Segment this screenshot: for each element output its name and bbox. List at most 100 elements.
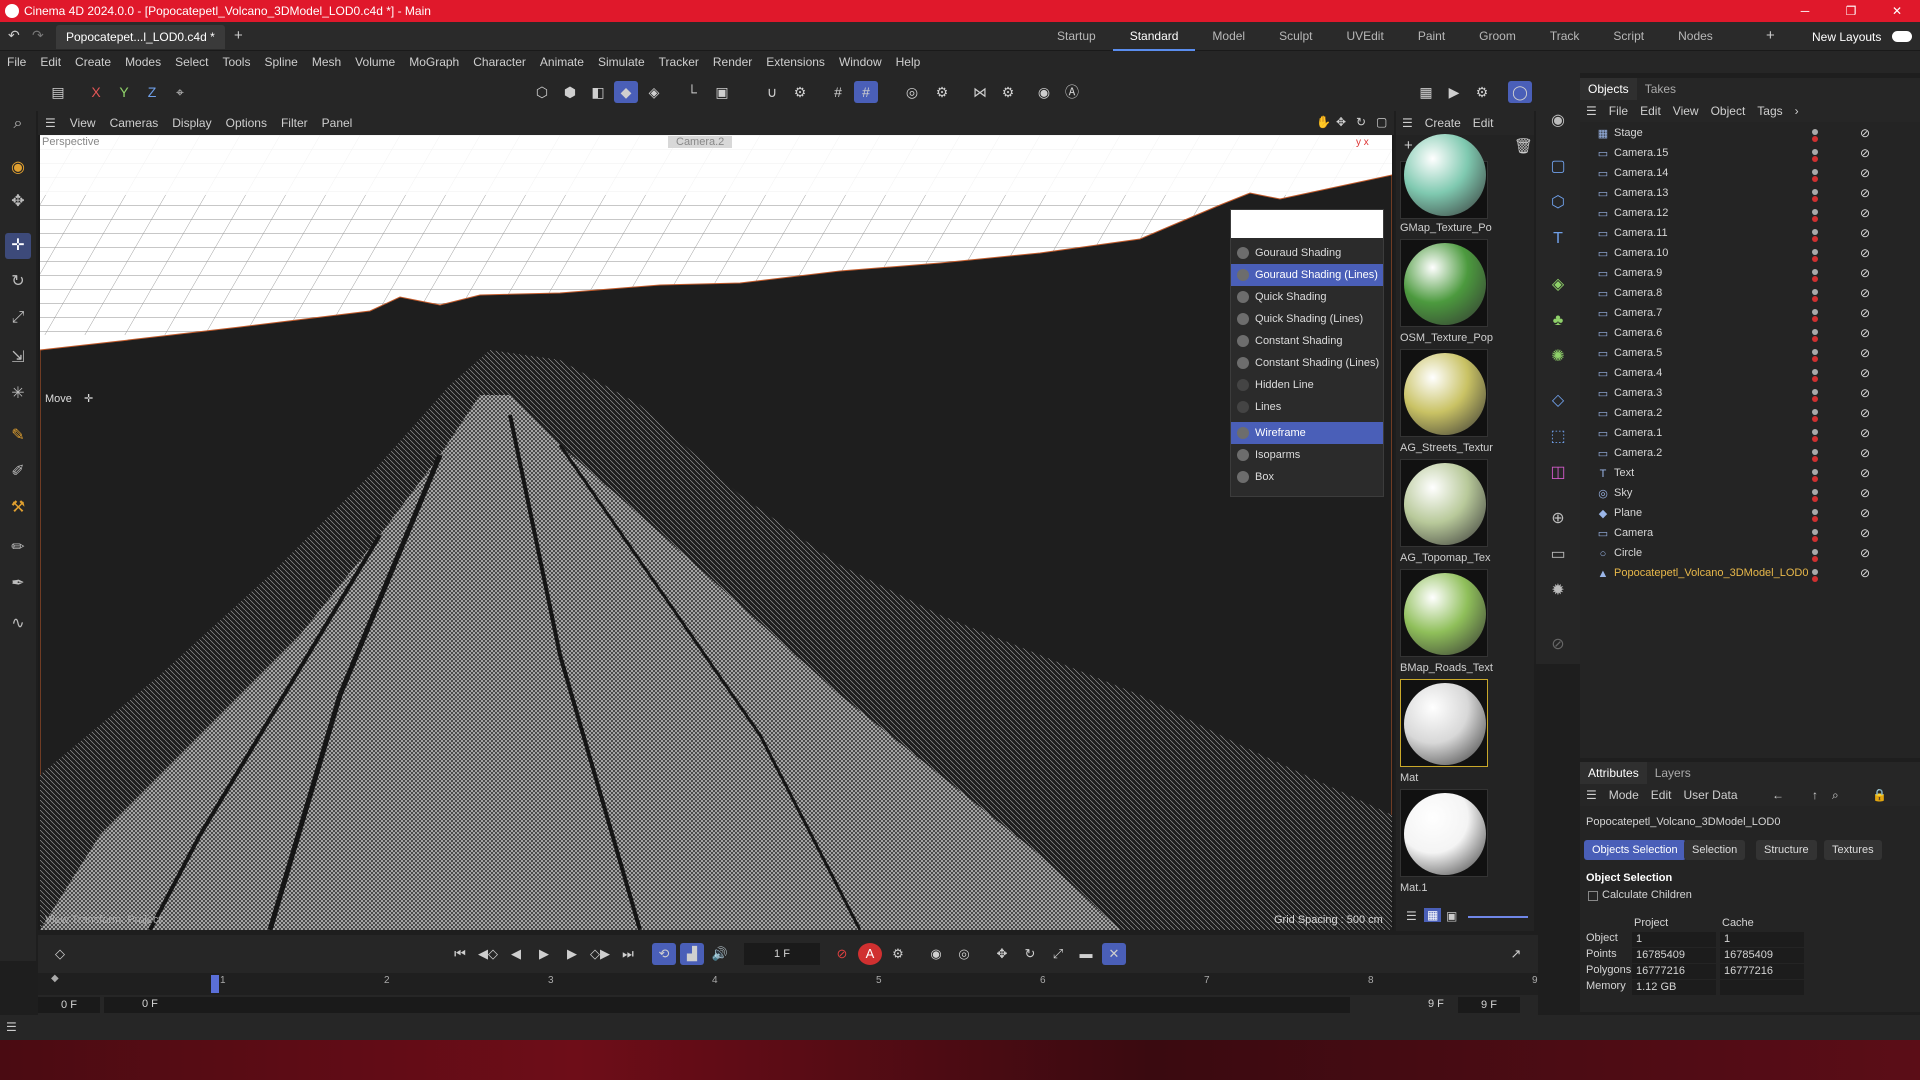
render-queue-icon[interactable]: ⚙ — [1470, 81, 1494, 103]
shading-constant-lines[interactable]: Constant Shading (Lines) — [1231, 352, 1383, 374]
object-row[interactable]: ▭ Camera.3 ⊘ — [1580, 384, 1920, 404]
material-menu-edit[interactable]: Edit — [1467, 116, 1500, 130]
object-name[interactable]: Camera.3 — [1614, 387, 1662, 399]
object-row[interactable]: ▭ Camera.9 ⊘ — [1580, 264, 1920, 284]
material-thumb[interactable] — [1400, 239, 1488, 327]
menu-character[interactable]: Character — [466, 55, 533, 69]
workplane-icon[interactable]: # — [854, 81, 878, 103]
move-view-icon[interactable]: ✥ — [1336, 115, 1346, 129]
playhead[interactable] — [211, 975, 219, 993]
object-name[interactable]: Stage — [1614, 127, 1643, 139]
attribute-menu-userdata[interactable]: User Data — [1677, 788, 1743, 802]
layout-track[interactable]: Track — [1533, 22, 1597, 51]
object-name[interactable]: Camera.7 — [1614, 307, 1662, 319]
object-name[interactable]: Camera.15 — [1614, 147, 1668, 159]
visibility-flags-icon[interactable] — [1812, 247, 1832, 262]
shading-menu-search[interactable] — [1231, 210, 1383, 238]
interactive-render-icon[interactable]: ◯ — [1508, 81, 1532, 103]
keyframe-selection-icon[interactable]: ◉ — [924, 943, 948, 965]
edges-mode-icon[interactable]: ⬢ — [558, 81, 582, 103]
visibility-flags-icon[interactable] — [1812, 267, 1832, 282]
object-tags[interactable]: ⊘ — [1860, 246, 1920, 262]
play-icon[interactable]: ▶ — [532, 943, 556, 965]
object-row[interactable]: ▭ Camera.1 ⊘ — [1580, 424, 1920, 444]
object-tags[interactable]: ⊘ — [1860, 126, 1920, 142]
object-name[interactable]: Camera.10 — [1614, 247, 1668, 259]
object-row[interactable]: ▭ Camera.6 ⊘ — [1580, 324, 1920, 344]
object-name[interactable]: Camera.5 — [1614, 347, 1662, 359]
object-menu-icon[interactable]: ☰ — [1580, 104, 1603, 118]
layout-groom[interactable]: Groom — [1462, 22, 1533, 51]
object-row[interactable]: ▲ Popocatepetl_Volcano_3DModel_LOD0 ⊘ — [1580, 564, 1920, 584]
render-view-icon[interactable]: ▦ — [1414, 81, 1438, 103]
new-layouts-toggle[interactable] — [1892, 31, 1912, 42]
text-object-icon[interactable]: T — [1545, 226, 1571, 252]
object-row[interactable]: ▭ Camera.13 ⊘ — [1580, 184, 1920, 204]
field-icon[interactable]: ⬚ — [1545, 424, 1571, 450]
object-tags[interactable]: ⊘ — [1860, 166, 1920, 182]
live-select-icon[interactable]: ✥ — [5, 189, 31, 215]
visibility-flags-icon[interactable] — [1812, 167, 1832, 182]
object-name[interactable]: Text — [1614, 467, 1634, 479]
menu-create[interactable]: Create — [68, 55, 118, 69]
range-slider[interactable] — [104, 997, 1350, 1013]
object-name[interactable]: Circle — [1614, 547, 1642, 559]
timeline-ruler[interactable]: ◆ 1 2 3 4 5 6 7 8 9 — [38, 973, 1538, 995]
visibility-flags-icon[interactable] — [1812, 387, 1832, 402]
material-thumb[interactable] — [1400, 569, 1488, 657]
status-menu-icon[interactable]: ☰ — [6, 1020, 17, 1034]
chevron-right-icon[interactable]: › — [1789, 104, 1805, 118]
object-tags[interactable]: ⊘ — [1860, 206, 1920, 222]
shading-gouraud-lines[interactable]: Gouraud Shading (Lines) — [1231, 264, 1383, 286]
display-box[interactable]: Box — [1231, 466, 1383, 488]
record-settings-icon[interactable]: ◎ — [952, 943, 976, 965]
fcurve-icon[interactable]: ↗ — [1504, 943, 1528, 965]
menu-volume[interactable]: Volume — [348, 55, 402, 69]
attribute-menu-mode[interactable]: Mode — [1603, 788, 1645, 802]
object-menu-view[interactable]: View — [1667, 104, 1705, 118]
range-end-field[interactable]: 9 F — [1458, 997, 1520, 1013]
camera-object-icon[interactable]: ▭ — [1545, 542, 1571, 568]
layout-nodes[interactable]: Nodes — [1661, 22, 1730, 51]
material-menu-create[interactable]: Create — [1419, 116, 1467, 130]
viewport[interactable]: ☰ View Cameras Display Options Filter Pa… — [38, 111, 1394, 930]
lock-icon[interactable]: 🔒 — [1866, 788, 1893, 802]
param-key-icon[interactable]: ▬ — [1074, 943, 1098, 965]
magnet-icon[interactable]: ∪ — [760, 81, 784, 103]
object-tags[interactable]: ⊘ — [1860, 326, 1920, 342]
document-tab[interactable]: Popocatepet...l_LOD0.c4d * — [56, 25, 225, 49]
calc-children-checkbox[interactable] — [1588, 891, 1598, 901]
visibility-icon[interactable]: ◉ — [1032, 81, 1056, 103]
light-object-icon[interactable]: ✹ — [1545, 578, 1571, 604]
menu-file[interactable]: File — [0, 55, 33, 69]
attribute-menu-edit[interactable]: Edit — [1645, 788, 1678, 802]
go-to-end-icon[interactable]: ⏭ — [616, 943, 640, 965]
brush-icon[interactable]: ✏ — [5, 535, 31, 561]
object-row[interactable]: ▭ Camera.12 ⊘ — [1580, 204, 1920, 224]
visibility-flags-icon[interactable] — [1812, 127, 1832, 142]
object-row[interactable]: ▭ Camera.2 ⊘ — [1580, 404, 1920, 424]
object-name[interactable]: Camera.1 — [1614, 427, 1662, 439]
sculpt-tool-icon[interactable]: ✳ — [5, 381, 31, 407]
object-tags[interactable]: ⊘ — [1860, 286, 1920, 302]
subtab-selection[interactable]: Selection — [1684, 840, 1746, 860]
visibility-flags-icon[interactable] — [1812, 487, 1832, 502]
menu-tools[interactable]: Tools — [215, 55, 257, 69]
render-settings-icon[interactable]: ⚙ — [930, 81, 954, 103]
next-key-icon[interactable]: ◇▶ — [588, 943, 612, 965]
object-name[interactable]: Camera — [1614, 527, 1653, 539]
object-name[interactable]: Camera.12 — [1614, 207, 1668, 219]
knife-tool-icon[interactable]: ∿ — [5, 611, 31, 637]
polygons-mode-icon[interactable]: ◧ — [586, 81, 610, 103]
search-icon[interactable]: ⌕ — [5, 111, 31, 137]
object-name[interactable]: Camera.14 — [1614, 167, 1668, 179]
go-to-start-icon[interactable]: ⏮ — [448, 943, 472, 965]
material-menu-icon[interactable]: ☰ — [1396, 116, 1419, 130]
object-name[interactable]: Popocatepetl_Volcano_3DModel_LOD0 — [1614, 567, 1808, 579]
viewport-menu-panel[interactable]: Panel — [315, 116, 360, 130]
subtab-textures[interactable]: Textures — [1824, 840, 1882, 860]
back-arrow-icon[interactable]: ← — [1766, 788, 1790, 802]
shading-quick-lines[interactable]: Quick Shading (Lines) — [1231, 308, 1383, 330]
visibility-flags-icon[interactable] — [1812, 407, 1832, 422]
object-name[interactable]: Camera.2 — [1614, 447, 1662, 459]
